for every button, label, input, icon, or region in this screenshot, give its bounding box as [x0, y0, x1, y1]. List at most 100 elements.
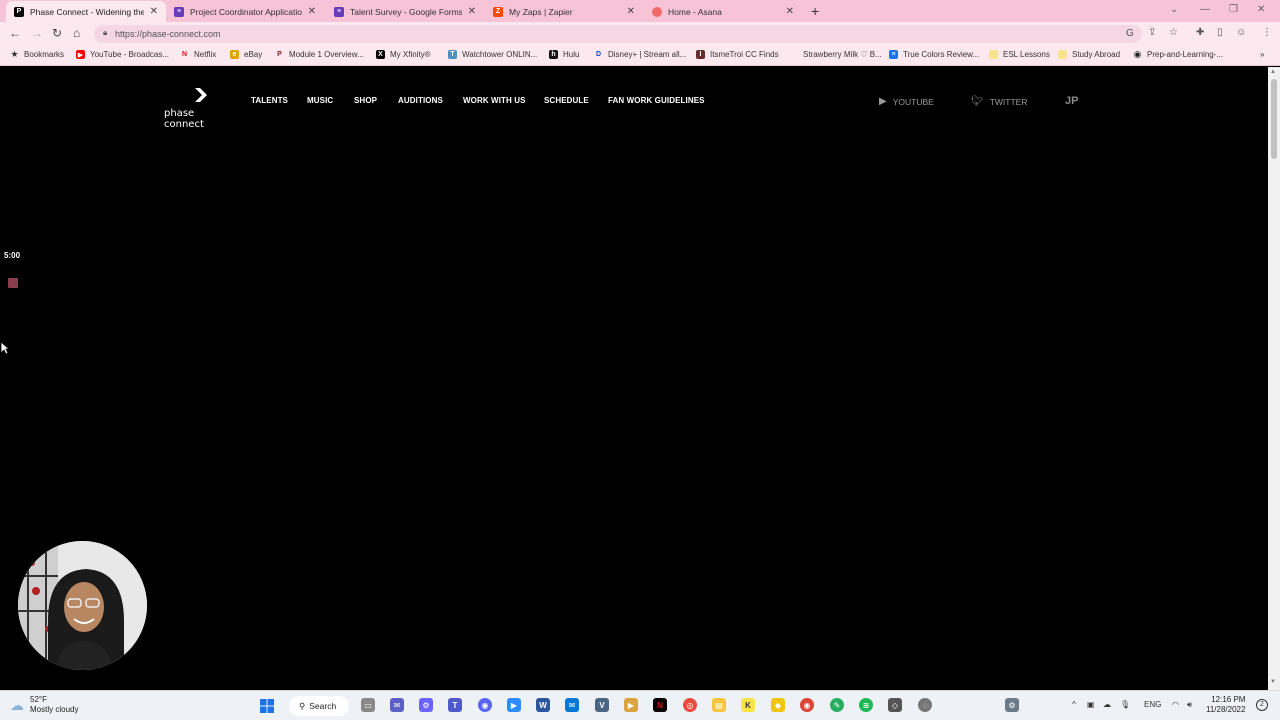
- menu-icon[interactable]: ⋮: [1262, 27, 1272, 38]
- discord-icon[interactable]: ◉: [478, 698, 492, 712]
- extensions-icon[interactable]: ✚: [1196, 27, 1204, 38]
- unity-icon[interactable]: ◇: [888, 698, 902, 712]
- bookmark-item[interactable]: X My Xfinity®: [376, 50, 431, 59]
- lock-icon[interactable]: 🔒︎: [103, 28, 107, 38]
- microphone-icon[interactable]: 🎙︎: [1120, 700, 1130, 709]
- origin-icon[interactable]: ◎: [683, 698, 697, 712]
- bookmark-item[interactable]: N Netflix: [180, 50, 216, 59]
- more-bookmarks-icon[interactable]: »: [1260, 50, 1264, 59]
- phase-connect-logo[interactable]: phase connect: [164, 86, 234, 130]
- scroll-up-icon[interactable]: ▲: [1270, 69, 1276, 75]
- task-view-icon[interactable]: ▭: [361, 698, 375, 712]
- url-text[interactable]: https://phase-connect.com: [115, 29, 221, 39]
- bookmark-item[interactable]: ≡ True Colors Review...: [889, 50, 979, 59]
- page-scrollbar[interactable]: ▲ ▼: [1268, 67, 1280, 690]
- nav-music[interactable]: MUSIC: [307, 96, 333, 105]
- bookmark-item[interactable]: D Disney+ | Stream all...: [594, 50, 686, 59]
- bookmark-item[interactable]: ESL Lessons: [989, 50, 1050, 59]
- share-icon[interactable]: ⇪: [1148, 27, 1156, 38]
- google-icon[interactable]: G: [1126, 28, 1134, 39]
- kakaotalk-icon[interactable]: K: [741, 698, 755, 712]
- disney-icon: D: [595, 51, 602, 58]
- weather-widget[interactable]: ☁ 52°F Mostly cloudy: [10, 695, 78, 715]
- bookmark-item[interactable]: ▶ YouTube - Broadcas...: [76, 50, 169, 59]
- close-tab-icon[interactable]: ✕: [150, 6, 158, 17]
- system-clock[interactable]: 12:16 PM 11/28/2022: [1206, 695, 1245, 715]
- webcam-person-icon: [18, 541, 147, 670]
- sticky-notes-icon[interactable]: ◆: [771, 698, 785, 712]
- notification-badge[interactable]: 2: [1256, 699, 1268, 711]
- bookmark-item[interactable]: Strawberry Milk ♡ B...: [789, 50, 882, 59]
- close-tab-icon[interactable]: ✕: [468, 6, 476, 17]
- tab-asana[interactable]: Home - Asana ✕: [644, 1, 802, 22]
- settings-icon[interactable]: ⚙: [419, 698, 433, 712]
- twitter-link[interactable]: 🐦︎ TWITTER: [971, 96, 1027, 107]
- close-tab-icon[interactable]: ✕: [786, 6, 794, 17]
- bookmark-item[interactable]: e eBay: [230, 50, 262, 59]
- youtube-icon: ▶: [879, 96, 887, 107]
- tray-app-icon[interactable]: ▣: [1087, 700, 1095, 709]
- zoom-icon[interactable]: ▶: [507, 698, 521, 712]
- bookmark-item[interactable]: h Hulu: [549, 50, 579, 59]
- stop-recording-icon[interactable]: [8, 278, 18, 288]
- nav-talents[interactable]: TALENTS: [251, 96, 288, 105]
- vpn-icon[interactable]: V: [595, 698, 609, 712]
- netflix-app-icon[interactable]: N: [653, 698, 667, 712]
- media-player-icon[interactable]: ▶: [624, 698, 638, 712]
- profile-avatar-icon[interactable]: ☺: [1236, 27, 1246, 38]
- robinhood-icon[interactable]: ✎: [830, 698, 844, 712]
- minimize-icon[interactable]: —: [1200, 4, 1210, 15]
- tab-title: My Zaps | Zapier: [509, 6, 573, 17]
- youtube-link[interactable]: ▶ YOUTUBE: [879, 96, 934, 107]
- forward-icon[interactable]: →: [31, 26, 43, 40]
- spotify-icon[interactable]: ≋: [859, 698, 873, 712]
- word-icon[interactable]: W: [536, 698, 550, 712]
- bookmark-star-icon[interactable]: ☆: [1169, 27, 1178, 38]
- address-bar[interactable]: 🔒︎ https://phase-connect.com G: [94, 25, 1142, 43]
- wifi-icon[interactable]: ◠: [1172, 700, 1179, 709]
- home-icon[interactable]: ⌂: [73, 26, 80, 40]
- close-tab-icon[interactable]: ✕: [627, 6, 635, 17]
- tab-search-icon[interactable]: ⌄: [1170, 4, 1178, 15]
- nav-work-with-us[interactable]: WORK WITH US: [463, 96, 526, 105]
- bookmark-item[interactable]: P Module 1 Overview...: [275, 50, 364, 59]
- input-language[interactable]: ENG: [1144, 700, 1161, 709]
- new-tab-icon[interactable]: +: [811, 3, 819, 19]
- bookmark-item[interactable]: ◉ Prep-and-Learning-...: [1133, 49, 1223, 59]
- mail-icon[interactable]: ✉: [565, 698, 579, 712]
- tab-phase-connect[interactable]: P Phase Connect - Widening the V ✕: [6, 1, 166, 22]
- tab-talent-survey[interactable]: ≡ Talent Survey - Google Forms ✕: [326, 1, 484, 22]
- nav-schedule[interactable]: SCHEDULE: [544, 96, 589, 105]
- bookmark-item[interactable]: T Watchtower ONLIN...: [448, 50, 537, 59]
- obs-icon[interactable]: ◌: [918, 698, 932, 712]
- side-panel-icon[interactable]: ▯: [1217, 27, 1223, 38]
- chrome-icon[interactable]: ◉: [800, 698, 814, 712]
- close-tab-icon[interactable]: ✕: [308, 6, 316, 17]
- screen-recorder-icon[interactable]: ⚙: [1005, 698, 1019, 712]
- teams-icon[interactable]: T: [448, 698, 462, 712]
- tab-project-coordinator[interactable]: ≡ Project Coordinator Application ✕: [166, 1, 324, 22]
- teams-chat-icon[interactable]: ✉: [390, 698, 404, 712]
- volume-icon[interactable]: 🔊︎: [1187, 700, 1192, 710]
- file-explorer-icon[interactable]: ▤: [712, 698, 726, 712]
- nav-shop[interactable]: SHOP: [354, 96, 377, 105]
- close-window-icon[interactable]: ✕: [1257, 4, 1265, 15]
- bookmark-item[interactable]: ★ Bookmarks: [10, 49, 64, 59]
- browser-toolbar: ← → ↻ ⌂ 🔒︎ https://phase-connect.com G ⇪…: [0, 22, 1280, 46]
- show-hidden-icons[interactable]: ^: [1072, 700, 1076, 709]
- reload-icon[interactable]: ↻: [52, 26, 62, 40]
- tab-zapier[interactable]: Z My Zaps | Zapier ✕: [485, 1, 643, 22]
- bookmark-item[interactable]: I ItsmeTroi CC Finds: [696, 50, 779, 59]
- windows-start-icon[interactable]: [260, 699, 274, 713]
- bookmark-item[interactable]: Study Abroad: [1058, 50, 1120, 59]
- restore-icon[interactable]: ❐: [1229, 4, 1238, 15]
- scroll-down-icon[interactable]: ▼: [1270, 679, 1276, 685]
- weather-desc: Mostly cloudy: [30, 705, 79, 714]
- scrollbar-thumb[interactable]: [1271, 79, 1277, 159]
- taskbar-search[interactable]: ⚲ Search: [289, 696, 349, 716]
- language-switch[interactable]: JP: [1065, 95, 1078, 107]
- back-icon[interactable]: ←: [9, 26, 21, 40]
- tray-cloud-icon[interactable]: ☁: [1103, 700, 1111, 709]
- nav-fan-work-guidelines[interactable]: FAN WORK GUIDELINES: [608, 96, 705, 105]
- nav-auditions[interactable]: AUDITIONS: [398, 96, 443, 105]
